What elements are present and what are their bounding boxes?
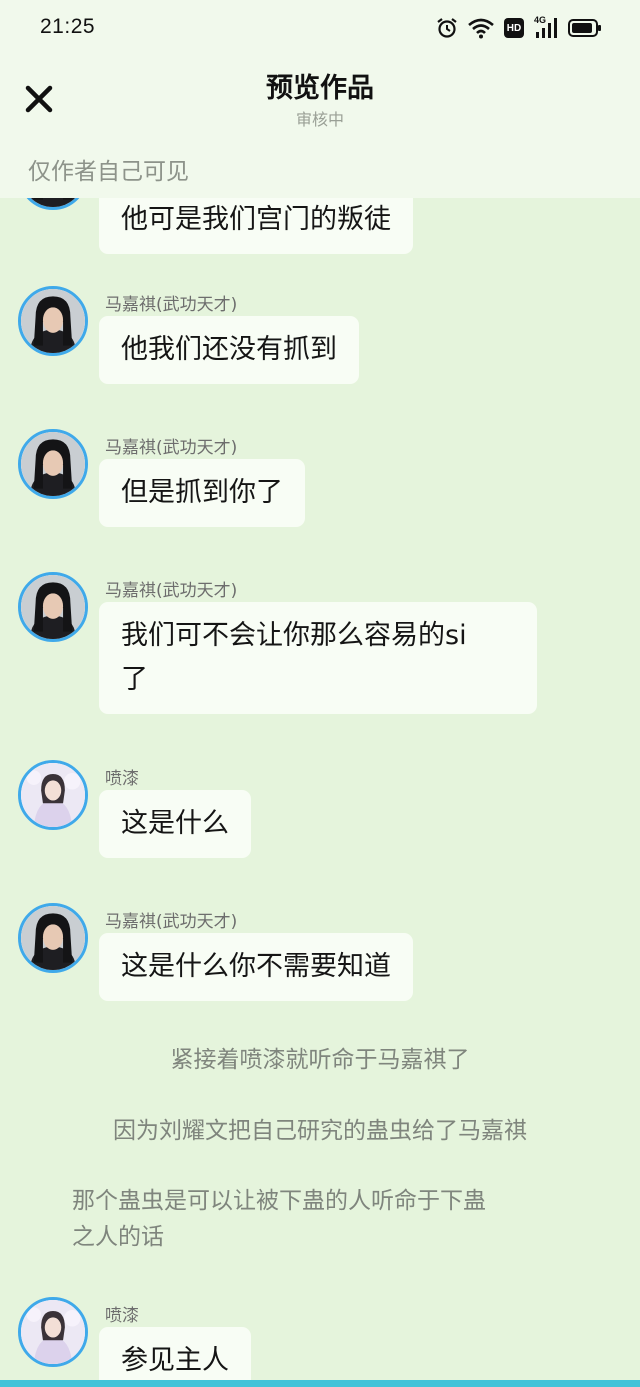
status-icons: HD 4G xyxy=(436,15,602,40)
male-avatar[interactable] xyxy=(18,286,88,356)
female-avatar[interactable] xyxy=(18,760,88,830)
speaker-name: 马嘉祺(武功天才) xyxy=(105,295,238,315)
male-avatar[interactable] xyxy=(18,429,88,499)
message-bubble[interactable]: 但是抓到你了 xyxy=(99,459,305,527)
message-bubble[interactable]: 他我们还没有抓到 xyxy=(99,316,359,384)
signal-4g-icon: 4G xyxy=(534,15,558,39)
avatar-portrait-icon xyxy=(21,432,85,496)
message-text: 他可是我们宫门的叛徒 xyxy=(121,204,391,235)
hd-icon: HD xyxy=(504,18,524,38)
narration-text: 那个蛊虫是可以让被下蛊的人听命于下蛊 之人的话 xyxy=(72,1183,592,1255)
wifi-icon xyxy=(468,18,494,39)
alarm-icon xyxy=(437,18,457,38)
speaker-name: 喷漆 xyxy=(105,1306,139,1326)
battery-icon xyxy=(568,19,601,37)
message-text: 这是什么 xyxy=(121,808,229,839)
male-avatar[interactable] xyxy=(18,572,88,642)
avatar-portrait-icon xyxy=(21,906,85,970)
message-text: 但是抓到你了 xyxy=(121,477,283,508)
speaker-name: 马嘉祺(武功天才) xyxy=(105,581,238,601)
narration-line: 那个蛊虫是可以让被下蛊的人听命于下蛊 xyxy=(72,1188,486,1214)
review-status: 审核中 xyxy=(295,110,344,129)
status-bar: 21:25 HD 4G xyxy=(0,0,640,56)
page-title: 预览作品 xyxy=(266,73,374,104)
message-text: 他我们还没有抓到 xyxy=(121,334,337,365)
avatar-portrait-icon xyxy=(21,575,85,639)
speaker-name: 马嘉祺(武功天才) xyxy=(105,438,238,458)
speaker-name: 喷漆 xyxy=(105,769,139,789)
female-avatar[interactable] xyxy=(18,1297,88,1367)
narration-text: 因为刘耀文把自己研究的蛊虫给了马嘉祺 xyxy=(113,1118,527,1144)
narration-line: 之人的话 xyxy=(72,1224,164,1250)
message-text: 参见主人 xyxy=(121,1345,229,1376)
chat-list[interactable]: 他可是我们宫门的叛徒 马嘉祺(武功天才) 他我们还没有抓到 马嘉祺(武功天才) … xyxy=(0,0,640,1387)
male-avatar[interactable] xyxy=(18,903,88,973)
message-bubble[interactable]: 我们可不会让你那么容易的si 了 xyxy=(99,602,537,714)
message-bubble[interactable]: 这是什么 xyxy=(99,790,251,858)
message-bubble[interactable]: 这是什么你不需要知道 xyxy=(99,933,413,1001)
message-text: 这是什么你不需要知道 xyxy=(121,951,391,982)
message-text-line: 我们可不会让你那么容易的si xyxy=(121,620,467,651)
speaker-name: 马嘉祺(武功天才) xyxy=(105,912,238,932)
narration-text: 紧接着喷漆就听命于马嘉祺了 xyxy=(170,1047,470,1073)
visibility-note: 仅作者自己可见 xyxy=(28,159,189,185)
bottom-accent-bar xyxy=(0,1380,640,1387)
message-text-line: 了 xyxy=(121,664,148,695)
avatar-portrait-icon xyxy=(21,289,85,353)
chat-preview-screen: 他可是我们宫门的叛徒 马嘉祺(武功天才) 他我们还没有抓到 马嘉祺(武功天才) … xyxy=(0,0,640,1387)
avatar-portrait-icon xyxy=(21,1300,85,1364)
message-bubble[interactable]: 参见主人 xyxy=(99,1327,251,1387)
status-time: 21:25 xyxy=(40,15,96,38)
preview-header: 预览作品 审核中 仅作者自己可见 xyxy=(0,56,640,198)
avatar-portrait-icon xyxy=(21,763,85,827)
